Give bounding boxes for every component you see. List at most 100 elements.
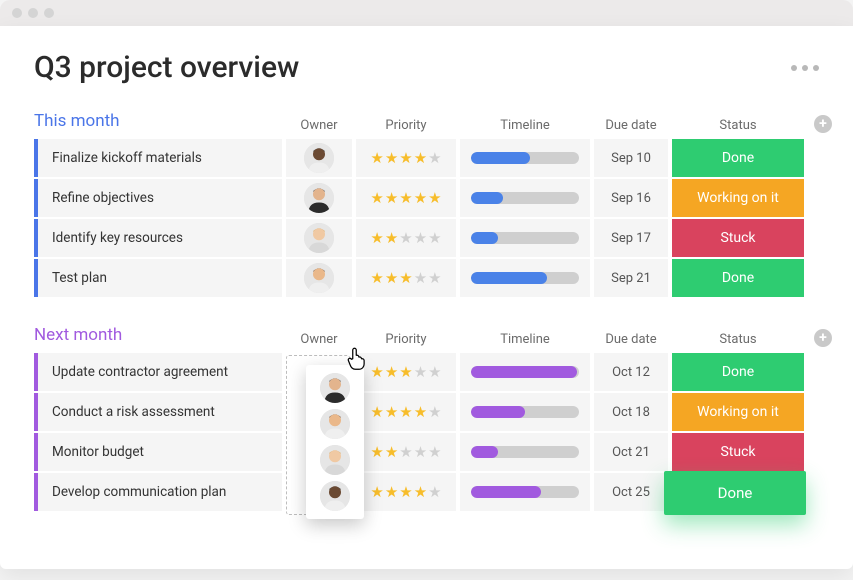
star-icon: ★ bbox=[370, 189, 383, 207]
task-name-cell[interactable]: Develop communication plan bbox=[34, 473, 282, 511]
timeline-cell[interactable] bbox=[460, 393, 590, 431]
priority-cell[interactable]: ★★★★★ bbox=[356, 353, 456, 391]
status-cell[interactable]: Working on it bbox=[672, 179, 804, 217]
due-date-cell[interactable]: Sep 16 bbox=[594, 179, 668, 217]
priority-cell[interactable]: ★★★★★ bbox=[356, 473, 456, 511]
owner-cell[interactable] bbox=[286, 473, 352, 511]
timeline-fill bbox=[471, 152, 530, 164]
owner-cell[interactable] bbox=[286, 139, 352, 177]
priority-cell[interactable]: ★★★★★ bbox=[356, 259, 456, 297]
column-header-timeline[interactable]: Timeline bbox=[460, 118, 590, 133]
star-icon: ★ bbox=[414, 269, 427, 287]
task-name-cell[interactable]: Identify key resources bbox=[34, 219, 282, 257]
status-cell[interactable]: Working on it bbox=[672, 393, 804, 431]
timeline-bar[interactable] bbox=[471, 192, 579, 204]
star-rating[interactable]: ★★★★★ bbox=[370, 443, 441, 461]
column-header-timeline[interactable]: Timeline bbox=[460, 332, 590, 347]
table-row[interactable]: Update contractor agreement ★★★★★ Oct 12D… bbox=[34, 353, 819, 391]
star-icon: ★ bbox=[370, 483, 383, 501]
more-options-button[interactable] bbox=[791, 65, 819, 71]
timeline-fill bbox=[471, 446, 498, 458]
due-date-cell[interactable]: Oct 21 bbox=[594, 433, 668, 471]
task-name-cell[interactable]: Update contractor agreement bbox=[34, 353, 282, 391]
table-row[interactable]: Develop communication plan★★★★★ Oct 25Do… bbox=[34, 473, 819, 511]
owner-cell[interactable] bbox=[286, 179, 352, 217]
row-trailing-space bbox=[808, 353, 832, 391]
due-date-cell[interactable]: Sep 10 bbox=[594, 139, 668, 177]
table-row[interactable]: Test plan ★★★★★ Sep 21Done bbox=[34, 259, 819, 297]
owner-cell[interactable] bbox=[286, 433, 352, 471]
group-title[interactable]: This month bbox=[34, 111, 282, 133]
owner-cell[interactable] bbox=[286, 353, 352, 391]
priority-cell[interactable]: ★★★★★ bbox=[356, 139, 456, 177]
timeline-cell[interactable] bbox=[460, 433, 590, 471]
timeline-bar[interactable] bbox=[471, 152, 579, 164]
star-icon: ★ bbox=[428, 363, 441, 381]
timeline-bar[interactable] bbox=[471, 232, 579, 244]
avatar[interactable] bbox=[304, 223, 334, 253]
status-cell[interactable]: Done bbox=[672, 259, 804, 297]
add-column-button[interactable]: + bbox=[814, 115, 832, 133]
task-name-cell[interactable]: Finalize kickoff materials bbox=[34, 139, 282, 177]
owner-cell[interactable] bbox=[286, 259, 352, 297]
owner-cell[interactable] bbox=[286, 219, 352, 257]
timeline-cell[interactable] bbox=[460, 219, 590, 257]
task-name-cell[interactable]: Monitor budget bbox=[34, 433, 282, 471]
board-header: Q3 project overview bbox=[34, 50, 819, 85]
star-rating[interactable]: ★★★★★ bbox=[370, 403, 441, 421]
avatar[interactable] bbox=[304, 263, 334, 293]
table-row[interactable]: Monitor budget ★★★★★ Oct 21Stuck bbox=[34, 433, 819, 471]
timeline-bar[interactable] bbox=[471, 446, 579, 458]
column-header-status[interactable]: Status bbox=[672, 332, 804, 347]
star-rating[interactable]: ★★★★★ bbox=[370, 149, 441, 167]
column-header-due[interactable]: Due date bbox=[594, 332, 668, 347]
status-cell[interactable]: Stuck bbox=[672, 433, 804, 471]
table-row[interactable]: Refine objectives ★★★★★ Sep 16Working on… bbox=[34, 179, 819, 217]
timeline-cell[interactable] bbox=[460, 259, 590, 297]
table-row[interactable]: Conduct a risk assessment ★★★★★ Oct 18Wor… bbox=[34, 393, 819, 431]
priority-cell[interactable]: ★★★★★ bbox=[356, 433, 456, 471]
column-header-priority[interactable]: Priority bbox=[356, 118, 456, 133]
priority-cell[interactable]: ★★★★★ bbox=[356, 219, 456, 257]
timeline-bar[interactable] bbox=[471, 486, 579, 498]
add-column-button[interactable]: + bbox=[814, 329, 832, 347]
column-header-priority[interactable]: Priority bbox=[356, 332, 456, 347]
priority-cell[interactable]: ★★★★★ bbox=[356, 179, 456, 217]
timeline-cell[interactable] bbox=[460, 179, 590, 217]
star-rating[interactable]: ★★★★★ bbox=[370, 483, 441, 501]
due-date-cell[interactable]: Oct 18 bbox=[594, 393, 668, 431]
avatar[interactable] bbox=[304, 183, 334, 213]
timeline-bar[interactable] bbox=[471, 366, 579, 378]
star-rating[interactable]: ★★★★★ bbox=[370, 269, 441, 287]
due-date-cell[interactable]: Sep 17 bbox=[594, 219, 668, 257]
table-row[interactable]: Identify key resources ★★★★★ Sep 17Stuck bbox=[34, 219, 819, 257]
star-rating[interactable]: ★★★★★ bbox=[370, 229, 441, 247]
column-header-owner[interactable]: Owner bbox=[286, 118, 352, 133]
task-name-cell[interactable]: Test plan bbox=[34, 259, 282, 297]
column-header-owner[interactable]: Owner bbox=[286, 332, 352, 347]
task-name-cell[interactable]: Refine objectives bbox=[34, 179, 282, 217]
table-row[interactable]: Finalize kickoff materials ★★★★★ Sep 10D… bbox=[34, 139, 819, 177]
star-rating[interactable]: ★★★★★ bbox=[370, 363, 441, 381]
timeline-bar[interactable] bbox=[471, 406, 579, 418]
column-header-due[interactable]: Due date bbox=[594, 118, 668, 133]
priority-cell[interactable]: ★★★★★ bbox=[356, 393, 456, 431]
star-icon: ★ bbox=[370, 229, 383, 247]
due-date-cell[interactable]: Oct 25 bbox=[594, 473, 668, 511]
timeline-cell[interactable] bbox=[460, 353, 590, 391]
timeline-cell[interactable] bbox=[460, 139, 590, 177]
timeline-bar[interactable] bbox=[471, 272, 579, 284]
star-icon: ★ bbox=[385, 269, 398, 287]
star-rating[interactable]: ★★★★★ bbox=[370, 189, 441, 207]
group-title[interactable]: Next month bbox=[34, 325, 282, 347]
due-date-cell[interactable]: Sep 21 bbox=[594, 259, 668, 297]
owner-cell[interactable] bbox=[286, 393, 352, 431]
task-name-cell[interactable]: Conduct a risk assessment bbox=[34, 393, 282, 431]
due-date-cell[interactable]: Oct 12 bbox=[594, 353, 668, 391]
status-cell[interactable]: Done bbox=[672, 139, 804, 177]
timeline-cell[interactable] bbox=[460, 473, 590, 511]
status-cell[interactable]: Stuck bbox=[672, 219, 804, 257]
avatar[interactable] bbox=[304, 143, 334, 173]
status-cell[interactable]: Done bbox=[672, 353, 804, 391]
column-header-status[interactable]: Status bbox=[672, 118, 804, 133]
